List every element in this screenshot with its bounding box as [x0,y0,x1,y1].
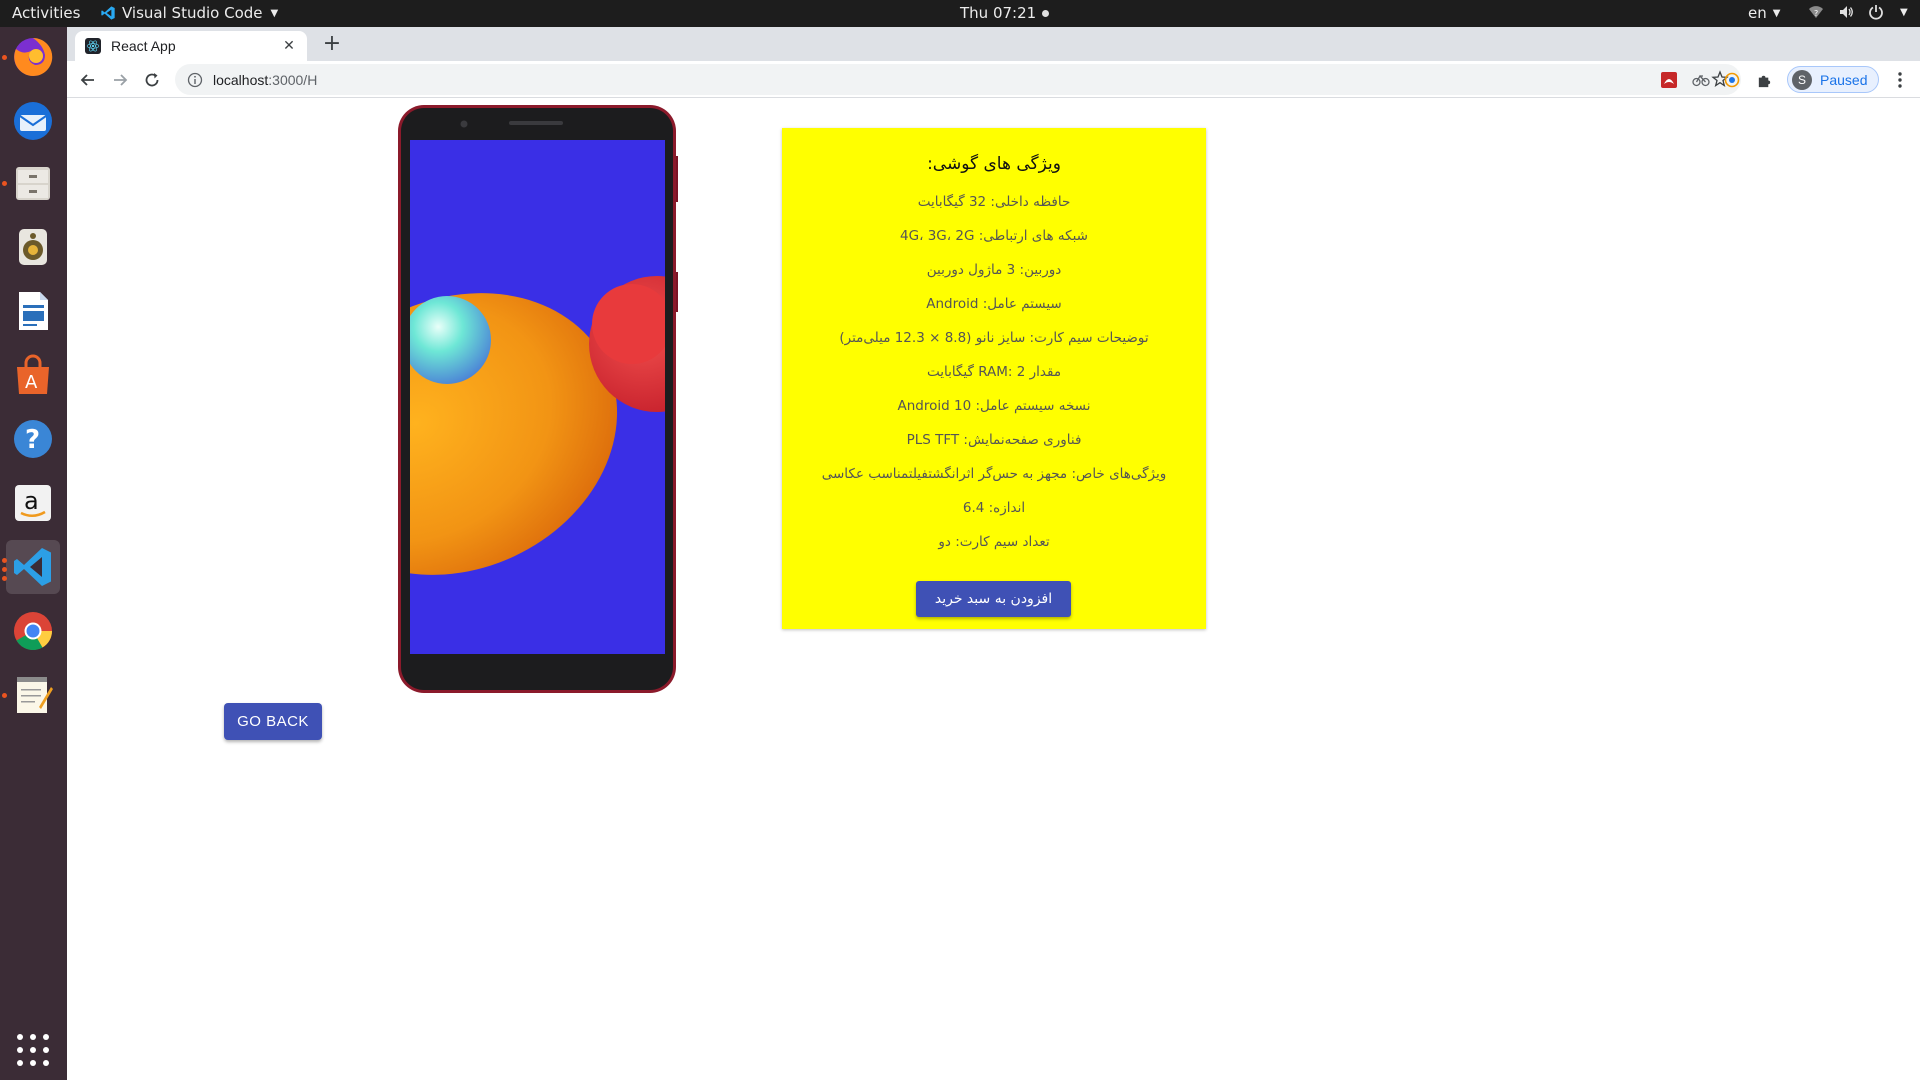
notification-dot-icon [1042,9,1050,17]
forward-button[interactable] [107,67,133,93]
spec-item-special-features: ویژگی‌های خاص: مجهز به حس‌گر اثرانگشتفیل… [821,466,1167,482]
help-launcher[interactable]: ? [6,412,60,466]
amazon-launcher[interactable]: a [6,476,60,530]
language-text: en [1748,4,1767,22]
extension-bike-icon[interactable] [1691,70,1711,90]
spec-item-display-tech: فناوری صفحه‌نمایش: PLS TFT [906,432,1082,448]
chevron-down-icon: ▼ [1900,6,1908,18]
arrow-right-icon [114,74,128,86]
spec-item-os-version: نسخه سیستم عامل: Android 10 [897,398,1091,414]
browser-tab-strip: React App ✕ + [67,27,1920,61]
extension-pdf-icon[interactable] [1659,70,1679,90]
kebab-menu-icon[interactable] [1890,70,1910,90]
avatar: S [1792,69,1812,90]
app-menu[interactable]: Visual Studio Code ▼ [100,4,278,22]
writer-launcher[interactable] [6,284,60,338]
text-editor-launcher[interactable] [2,668,60,722]
running-indicator [2,55,7,60]
svg-text:A: A [25,372,38,393]
url-path: :3000/H [268,71,318,88]
spec-item-internal-storage: حافظه داخلی: 32 گیگابایت [917,194,1071,210]
spec-item-os: سیستم عامل: Android [926,296,1062,312]
running-indicator [2,576,7,581]
tab-react-app[interactable]: React App ✕ [75,31,307,61]
url-text: localhost:3000/H [213,72,317,88]
profile-button[interactable]: S Paused [1787,66,1879,93]
system-menu[interactable]: ? ▼ [1808,4,1908,20]
notepad-icon [17,677,53,713]
vscode-icon [101,6,115,20]
address-bar[interactable]: localhost:3000/H [175,64,1741,95]
show-applications-button[interactable] [17,1034,49,1066]
input-language-menu[interactable]: en ▼ [1748,4,1780,22]
reload-icon [145,73,159,87]
thunderbird-icon [14,102,52,140]
phone-product-image [398,105,678,693]
tab-title: React App [111,38,176,54]
browser-toolbar: localhost:3000/H S Paused [67,61,1920,98]
gnome-top-bar: Activities Visual Studio Code ▼ Thu 07:2… [0,0,1920,27]
amazon-icon: a [15,485,51,521]
writer-document-icon [19,292,48,330]
running-indicator [2,693,7,698]
file-cabinet-icon [16,167,50,200]
chevron-down-icon: ▼ [270,7,279,19]
network-icon: ? [1809,6,1823,18]
spec-item-sim-count: تعداد سیم کارت: دو [938,534,1050,550]
volume-icon [1840,6,1853,18]
page-content: ویژگی های گوشی: حافظه داخلی: 32 گیگابایت… [67,98,1920,1080]
spec-item-size: اندازه: 6.4 [962,500,1026,516]
shopping-bag-icon: A [17,354,49,394]
files-launcher[interactable] [2,156,60,210]
running-indicator [2,181,7,186]
firefox-launcher[interactable] [2,30,60,84]
ubuntu-dock: A ? a [0,27,67,1080]
product-specs-card: ویژگی های گوشی: حافظه داخلی: 32 گیگابایت… [782,128,1206,629]
activities-button[interactable]: Activities [12,4,80,22]
add-to-cart-button[interactable]: افزودن به سبد خرید [916,581,1071,617]
info-icon [187,72,203,87]
chevron-down-icon: ▼ [1772,7,1781,19]
svg-text:?: ? [1814,9,1818,18]
running-indicator [2,558,7,563]
go-back-button[interactable]: GO BACK [224,703,322,740]
svg-text:?: ? [25,425,40,455]
vscode-icon [14,548,51,586]
app-name: Visual Studio Code [122,4,263,22]
help-icon: ? [14,420,52,458]
clock[interactable]: Thu 07:21 [960,4,1050,22]
power-icon [1869,5,1883,20]
reload-button[interactable] [139,67,165,93]
extension-react-devtools-icon[interactable] [1722,70,1742,90]
chrome-icon [14,612,53,651]
clock-text: Thu 07:21 [960,4,1037,22]
software-launcher[interactable]: A [6,348,60,402]
spec-item-network: شبکه های ارتباطی: 4G، 3G، 2G [900,228,1088,244]
url-host: localhost [213,71,269,88]
back-button[interactable] [75,67,101,93]
vscode-launcher[interactable] [2,540,60,594]
firefox-icon [14,37,53,76]
close-icon[interactable]: ✕ [281,38,297,54]
extensions-puzzle-icon[interactable] [1754,70,1774,90]
specs-title: ویژگی های گوشی: [927,154,1061,174]
spec-item-sim-description: توضیحات سیم کارت: سایز نانو (8.8 × 12.3 … [839,330,1149,346]
new-tab-button[interactable]: + [319,32,345,58]
rhythmbox-launcher[interactable] [6,220,60,274]
spec-item-camera: دوربین: 3 ماژول دوربین [926,262,1062,278]
thunderbird-launcher[interactable] [6,94,60,148]
speaker-icon [19,229,47,265]
react-logo-icon [85,38,101,54]
arrow-left-icon [80,74,94,86]
svg-text:a: a [24,487,39,515]
running-indicator [2,567,7,572]
chrome-launcher[interactable] [6,604,60,658]
profile-status: Paused [1820,71,1868,88]
spec-item-ram: مقدار RAM: 2 گیگابایت [926,364,1062,380]
